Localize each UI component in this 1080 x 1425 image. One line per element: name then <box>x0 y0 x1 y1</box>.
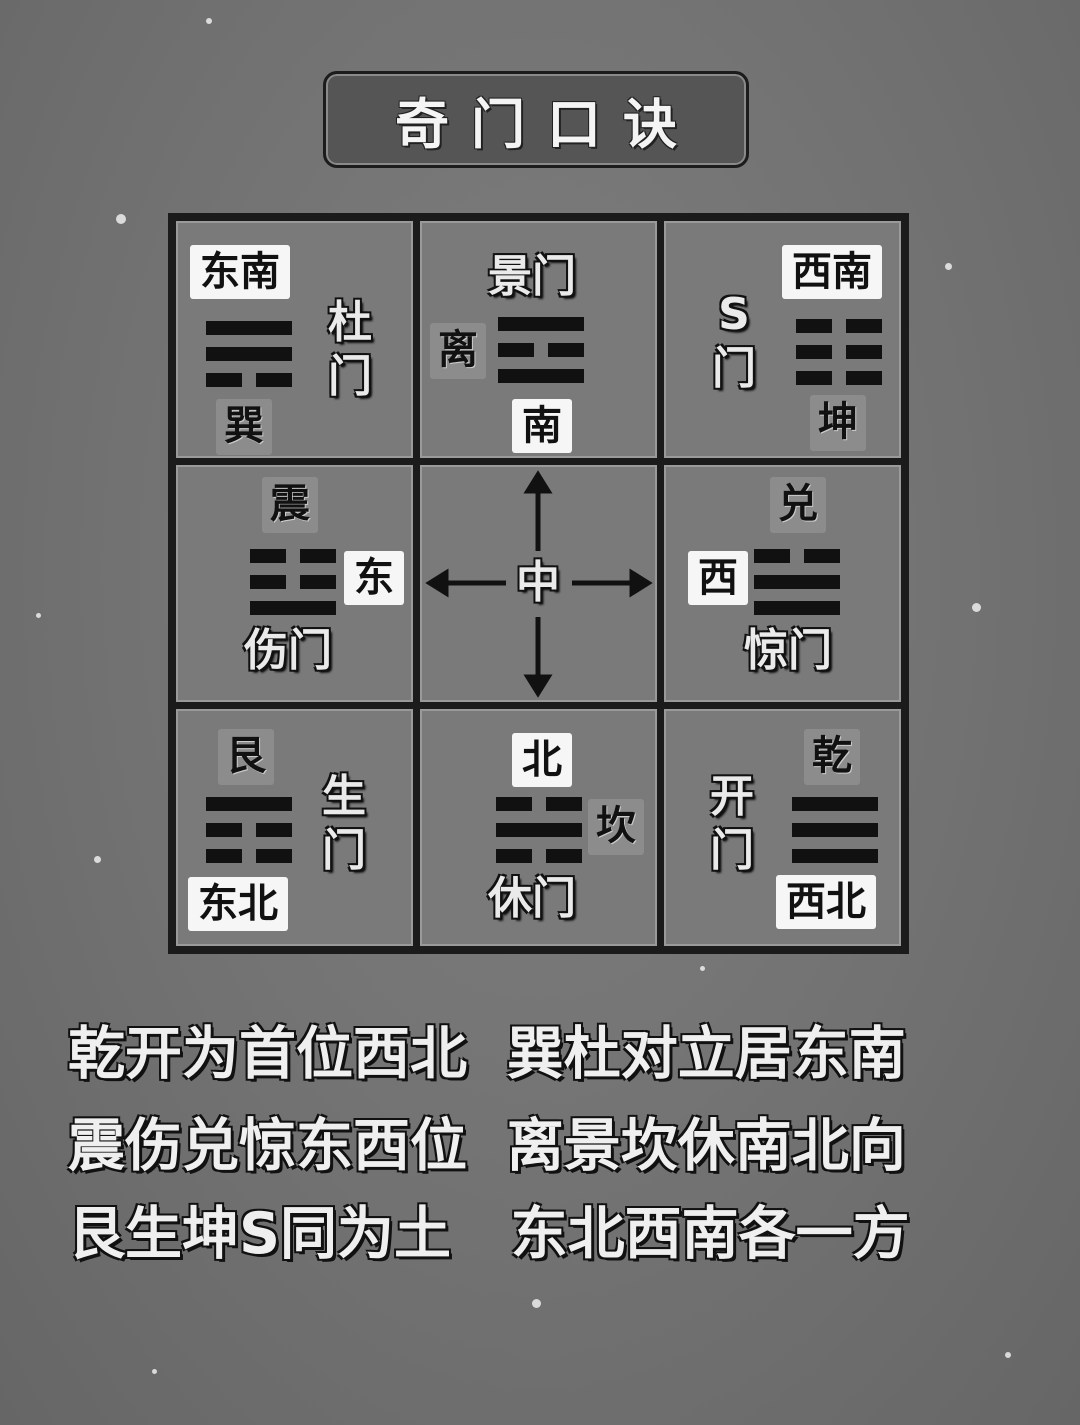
door-label-southeast: 杜门 <box>326 301 374 409</box>
door-char: 门 <box>328 351 372 402</box>
verse-line-1: 乾开为首位西北 巽杜对立居东南 <box>68 1021 906 1087</box>
door-char: 杜 <box>328 297 372 348</box>
door-label-west: 惊门 <box>744 625 832 676</box>
star-decoration <box>94 856 101 863</box>
direction-tag-northeast: 东北 <box>188 877 288 931</box>
palace-north: 北 坎 休门 <box>420 709 657 946</box>
door-char: 门 <box>322 825 366 876</box>
star-decoration <box>116 214 126 224</box>
star-decoration <box>945 263 952 270</box>
star-decoration <box>1005 1352 1011 1358</box>
title-banner: 奇门口诀 <box>323 71 749 168</box>
palace-southeast: 东南 巽 杜门 <box>176 221 413 458</box>
verse-line-3: 艮生坤S同为土 东北西南各一方 <box>68 1201 910 1267</box>
star-decoration <box>532 1299 541 1308</box>
star-decoration <box>206 18 212 24</box>
direction-tag-northwest: 西北 <box>776 875 876 929</box>
trigram-name-south: 离 <box>430 323 486 379</box>
door-label-south: 景门 <box>488 251 576 302</box>
direction-tag-north: 北 <box>512 733 572 787</box>
trigram-symbol-gen <box>206 797 292 875</box>
star-decoration <box>700 966 705 971</box>
direction-tag-southeast: 东南 <box>190 245 290 299</box>
door-char: 生 <box>322 771 366 822</box>
door-char: 开 <box>710 771 754 822</box>
door-label-northwest: 开门 <box>708 775 756 883</box>
door-char: 门 <box>712 343 756 394</box>
center-label: 中 <box>516 557 560 608</box>
palace-southwest: 西南 S门 坤 <box>664 221 901 458</box>
trigram-symbol-kun <box>796 319 882 397</box>
trigram-symbol-li <box>498 317 584 395</box>
direction-tag-southwest: 西南 <box>782 245 882 299</box>
door-label-southwest: S门 <box>710 293 758 401</box>
star-decoration <box>152 1369 157 1374</box>
palace-northeast: 艮 生门 东北 <box>176 709 413 946</box>
door-char: 门 <box>710 825 754 876</box>
trigram-name-southeast: 巽 <box>216 399 272 455</box>
trigram-symbol-zhen <box>250 549 336 627</box>
door-label-northeast: 生门 <box>320 775 368 883</box>
direction-tag-west: 西 <box>688 551 748 605</box>
palace-west: 兑 西 惊门 <box>664 465 901 702</box>
star-decoration <box>972 603 981 612</box>
trigram-name-north: 坎 <box>588 799 644 855</box>
trigram-symbol-xun <box>206 321 292 399</box>
trigram-name-northwest: 乾 <box>804 729 860 785</box>
trigram-symbol-qian <box>792 797 878 875</box>
palace-east: 震 东 伤门 <box>176 465 413 702</box>
trigram-name-west: 兑 <box>770 477 826 533</box>
star-decoration <box>36 613 41 618</box>
direction-tag-east: 东 <box>344 551 404 605</box>
palace-south: 景门 离 南 <box>420 221 657 458</box>
palace-center: 中 <box>420 465 657 702</box>
trigram-name-northeast: 艮 <box>218 729 274 785</box>
trigram-symbol-dui <box>754 549 840 627</box>
direction-tag-south: 南 <box>512 399 572 453</box>
palace-northwest: 乾 开门 西北 <box>664 709 901 946</box>
verse-line-2: 震伤兑惊东西位 离景坎休南北向 <box>68 1113 906 1179</box>
page-title: 奇门口诀 <box>395 93 699 156</box>
door-label-east: 伤门 <box>244 625 332 676</box>
nine-palace-grid: 东南 巽 杜门 景门 离 南 西南 S门 坤 震 东 伤门 中 兑 西 惊门 艮… <box>168 213 909 954</box>
trigram-name-east: 震 <box>262 477 318 533</box>
trigram-symbol-kan <box>496 797 582 875</box>
trigram-name-southwest: 坤 <box>810 395 866 451</box>
door-char: S <box>718 289 750 340</box>
door-label-north: 休门 <box>488 873 576 924</box>
